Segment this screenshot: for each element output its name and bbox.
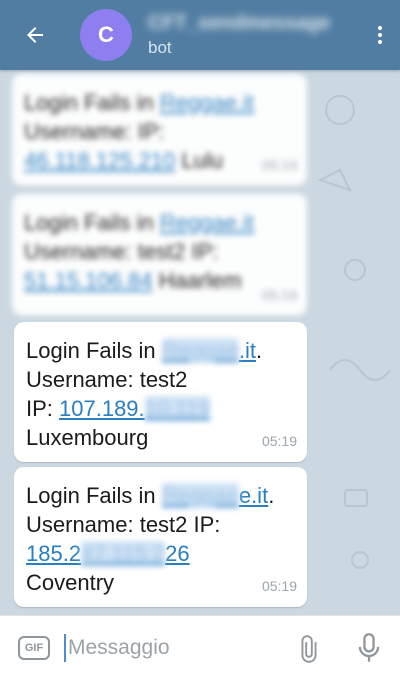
message-line-1: Login Fails in Reggaee.it.: [26, 483, 275, 508]
more-menu-button[interactable]: [360, 0, 400, 70]
domain-link[interactable]: Reggae.it: [161, 338, 256, 363]
message-composer: GIF: [0, 615, 400, 680]
ip-link[interactable]: 185.247.115.226: [26, 541, 190, 566]
microphone-icon: [358, 633, 380, 662]
message-bubble[interactable]: Login Fails in Reggae.it Username: test2…: [12, 194, 307, 316]
attach-button[interactable]: [294, 634, 324, 669]
chat-title-block[interactable]: CFT_sendmessage bot: [148, 12, 360, 58]
message-line-2: Username: test2 IP:: [26, 512, 221, 537]
arrow-left-icon: [27, 27, 43, 43]
message-line-1: Login Fails in Reggae.it.: [26, 338, 263, 363]
message-bubble[interactable]: Login Fails in Reggae.it. Username: test…: [14, 322, 307, 462]
message-bubble[interactable]: Login Fails in Reggae.it Username: IP: 4…: [12, 74, 307, 186]
message-line-2: Username: test2: [26, 367, 188, 392]
paperclip-icon: [301, 635, 317, 663]
domain-link[interactable]: Reggaee.it: [161, 483, 268, 508]
chat-header: C CFT_sendmessage bot: [0, 0, 400, 70]
gif-button[interactable]: GIF: [18, 636, 50, 660]
message-line-3: 185.247.115.226: [26, 539, 293, 568]
message-time: 05:19: [261, 578, 297, 594]
message-list[interactable]: Login Fails in Reggae.it Username: IP: 4…: [0, 70, 400, 615]
text-cursor: [64, 634, 66, 662]
message-bubble[interactable]: Login Fails in Reggaee.it. Username: tes…: [14, 467, 307, 607]
dots-vertical-icon: [378, 26, 382, 30]
back-button[interactable]: [0, 0, 70, 70]
message-line-4: Luxembourg: [26, 425, 149, 450]
ip-link[interactable]: 107.189.10.119: [59, 396, 211, 421]
message-line-4: Coventry: [26, 570, 115, 595]
avatar[interactable]: C: [80, 9, 132, 61]
message-time: 05:19: [261, 157, 297, 173]
message-time: 05:19: [261, 287, 297, 303]
message-input[interactable]: [68, 636, 268, 660]
microphone-button[interactable]: [355, 632, 383, 669]
chat-name: CFT_sendmessage: [148, 12, 331, 34]
message-time: 05:19: [261, 433, 297, 449]
chat-status: bot: [148, 38, 172, 57]
message-line-3: IP: 107.189.10.119: [26, 396, 211, 421]
